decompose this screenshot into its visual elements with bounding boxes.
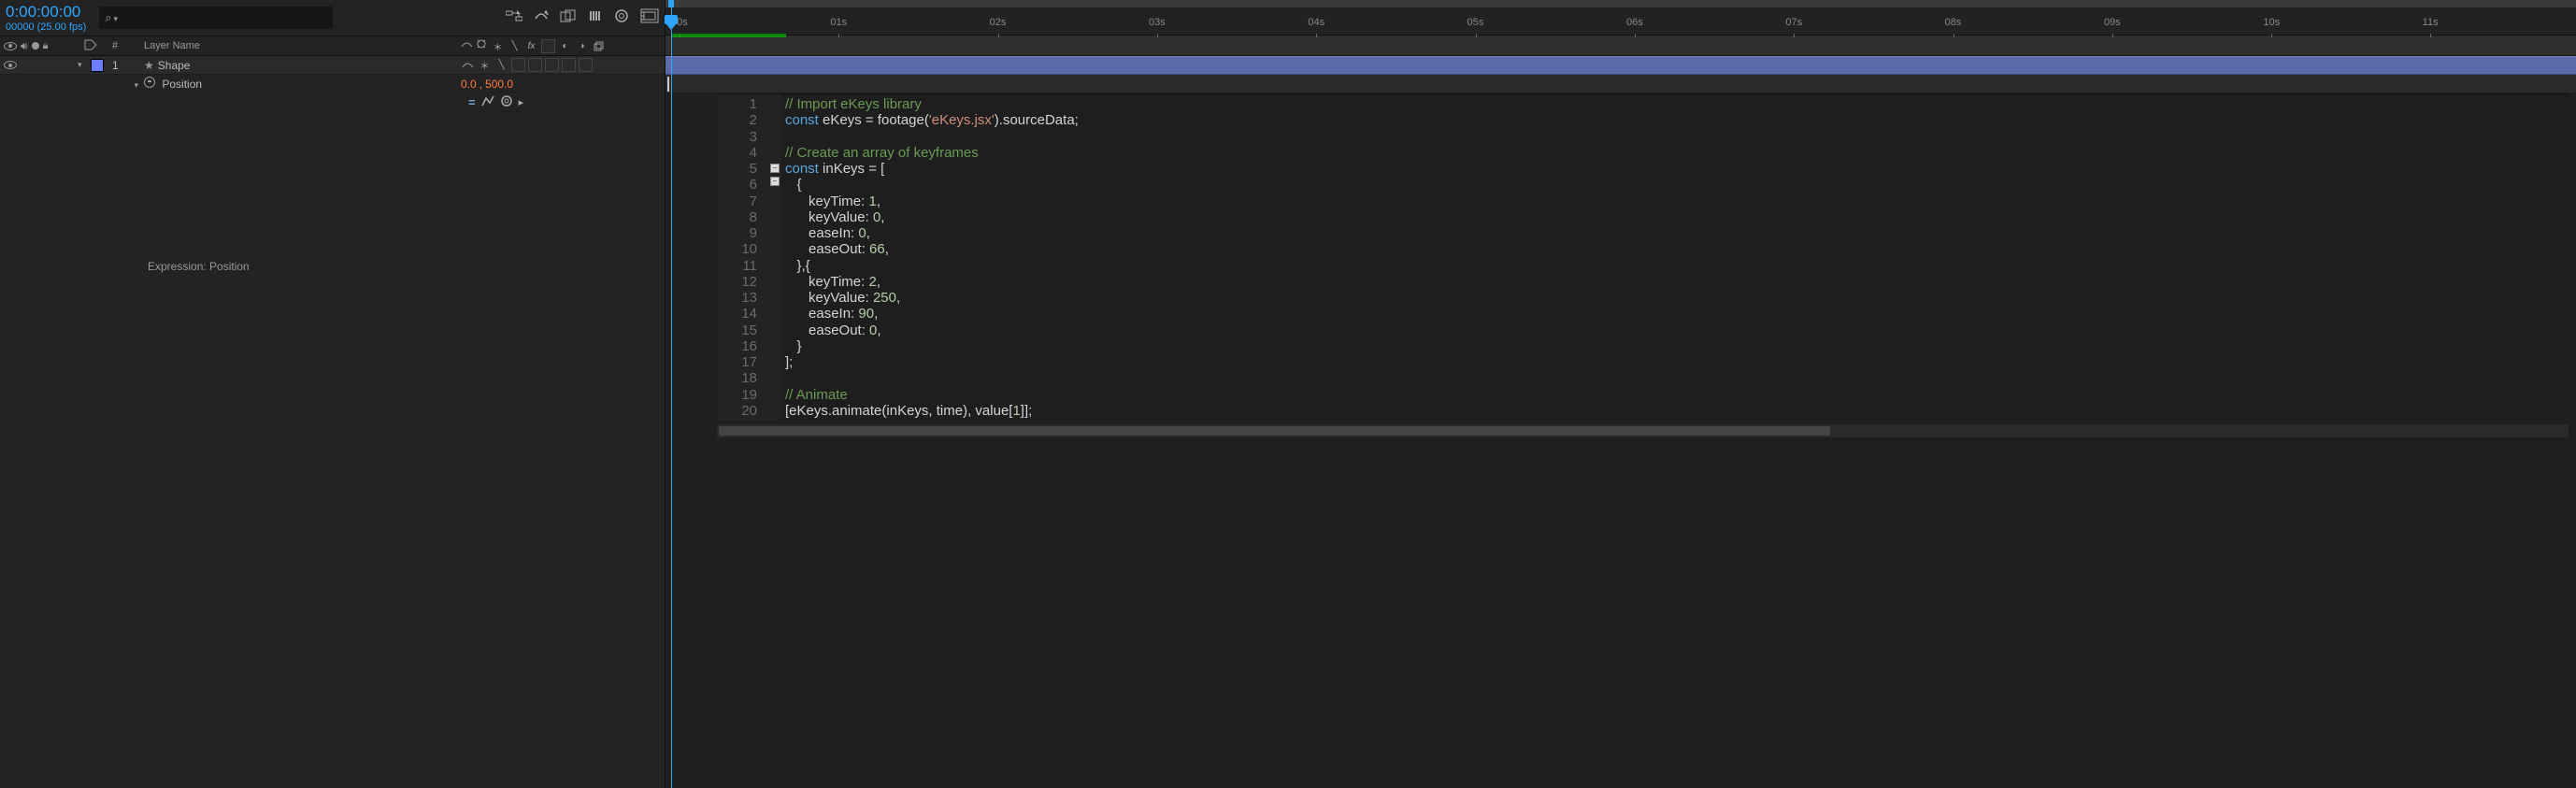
lock-column-icon[interactable]: 🔒︎ — [43, 40, 49, 52]
switches-track-row — [665, 36, 2576, 56]
av-columns: 🔊︎ 🔒︎ — [0, 39, 73, 53]
expression-editor[interactable]: 1234567891011121314151617181920 −− // Im… — [717, 93, 2569, 421]
layer-duration-bar[interactable] — [665, 56, 2576, 75]
frame-rate: 00000 (25.00 fps) — [6, 21, 86, 33]
graph-editor-icon[interactable] — [614, 8, 629, 28]
label-icon — [84, 39, 97, 53]
expression-enable-icon[interactable]: = — [468, 95, 476, 109]
property-twirl-icon[interactable]: ▾ — [129, 80, 138, 91]
ruler-tick: 04s — [1308, 17, 1324, 28]
ruler-tick: 01s — [830, 17, 847, 28]
search-dropdown-icon[interactable] — [112, 11, 119, 24]
3d-switch-header[interactable] — [592, 39, 606, 53]
work-area-bar[interactable] — [671, 34, 786, 37]
solo-column-icon[interactable] — [32, 42, 39, 50]
expression-track-row[interactable] — [665, 75, 2576, 93]
ruler-tick: 08s — [1945, 17, 1962, 28]
expression-graph-icon[interactable] — [481, 95, 494, 109]
index-column-header[interactable]: # — [108, 40, 140, 51]
expression-pickwhip-icon[interactable] — [500, 94, 513, 110]
layer-3d-switch[interactable] — [579, 58, 593, 72]
position-x-value[interactable]: 0.0 — [461, 78, 477, 91]
layer-name-text: Shape — [158, 59, 191, 72]
left-empty-area: Expression: Position — [0, 112, 665, 788]
quality-switch-header[interactable]: ╲ — [508, 39, 522, 53]
render-queue-icon[interactable] — [640, 8, 659, 28]
layer-frameblend-switch[interactable] — [528, 58, 542, 72]
playhead-indicator-icon[interactable] — [665, 15, 678, 24]
timeline-toolbar — [506, 8, 659, 28]
layer-row-1[interactable]: ▾ 1 ★ Shape ＊ ╲ — [0, 56, 665, 75]
ruler-tick: 10s — [2263, 17, 2280, 28]
fold-column: −− — [768, 94, 781, 421]
timeline-top-bar: 0:00:00:00 00000 (25.00 fps) ⌕ — [0, 0, 665, 36]
property-name: Position — [162, 78, 202, 91]
audio-column-icon[interactable]: 🔊︎ — [21, 39, 28, 53]
layer-search-input[interactable]: ⌕ — [99, 7, 333, 29]
layer-twirl-icon[interactable]: ▾ — [78, 60, 87, 70]
comp-flowchart-icon[interactable] — [506, 9, 522, 27]
timeline-left-panel: 0:00:00:00 00000 (25.00 fps) ⌕ 🔊︎ � — [0, 0, 665, 788]
expression-label: Expression: Position — [148, 260, 250, 273]
time-ruler[interactable]: ?0s01s02s03s04s05s06s07s08s09s10s11s — [665, 0, 2576, 36]
code-area[interactable]: // Import eKeys libraryconst eKeys = foo… — [781, 94, 2569, 421]
ruler-tick: 05s — [1467, 17, 1484, 28]
switches-column-header: ＊ ╲ fx ◐ ◑ — [459, 38, 665, 53]
layer-visibility-toggle[interactable] — [4, 61, 17, 69]
layer-name-column-header[interactable]: Layer Name — [140, 40, 459, 51]
app-window: 0:00:00:00 00000 (25.00 fps) ⌕ 🔊︎ � — [0, 0, 2576, 788]
expression-editor-container: 1234567891011121314151617181920 −− // Im… — [717, 93, 2569, 437]
layer-motionblur-switch[interactable] — [545, 58, 559, 72]
layer-quality-switch[interactable]: ╲ — [494, 58, 508, 72]
timeline-right-panel: ?0s01s02s03s04s05s06s07s08s09s10s11s 123… — [665, 0, 2576, 788]
fold-marker-icon[interactable]: − — [770, 177, 780, 186]
position-property-row[interactable]: ▾ Position 0.0,500.0 — [0, 75, 665, 93]
layer-adjustment-switch[interactable] — [562, 58, 576, 72]
ruler-tick: 11s — [2423, 17, 2439, 28]
position-y-value[interactable]: 500.0 — [485, 78, 513, 91]
timecode-block[interactable]: 0:00:00:00 00000 (25.00 fps) — [6, 3, 95, 33]
motion-blur-icon[interactable] — [588, 9, 603, 27]
collapse-switch-header[interactable]: ＊ — [491, 39, 505, 53]
horizontal-scrollbar[interactable] — [717, 424, 2569, 437]
shape-layer-icon: ★ — [144, 59, 154, 72]
layer-index: 1 — [108, 59, 140, 72]
column-header-row: 🔊︎ 🔒︎ # Layer Name ＊ ╲ fx ◐ ◑ — [0, 36, 665, 56]
ruler-tick: 06s — [1626, 17, 1643, 28]
stopwatch-icon[interactable] — [144, 77, 155, 88]
search-icon: ⌕ — [105, 10, 111, 25]
current-timecode[interactable]: 0:00:00:00 — [6, 3, 86, 21]
frame-blend-icon[interactable] — [560, 9, 577, 27]
line-number-gutter: 1234567891011121314151617181920 — [717, 94, 768, 421]
motion-blur-switch-header[interactable]: ◐ — [558, 39, 572, 53]
shy-switch-icon[interactable] — [461, 39, 473, 52]
ruler-tick: 07s — [1785, 17, 1802, 28]
ruler-tick: 03s — [1149, 17, 1166, 28]
video-column-icon[interactable] — [4, 42, 17, 50]
frame-blend-switch-header[interactable] — [541, 39, 555, 53]
fold-marker-icon[interactable]: − — [770, 164, 780, 173]
text-caret — [667, 77, 669, 92]
expression-language-icon[interactable]: ▸ — [519, 96, 524, 108]
layer-color-swatch[interactable] — [91, 59, 104, 72]
layer-name[interactable]: ★ Shape — [140, 59, 459, 72]
playhead[interactable] — [671, 0, 672, 788]
adjustment-switch-header[interactable]: ◑ — [575, 39, 589, 53]
layer-fx-switch[interactable] — [511, 58, 525, 72]
layer-shy-switch[interactable] — [461, 58, 475, 72]
effects-switch-header[interactable]: fx — [524, 39, 538, 53]
shy-layers-icon[interactable] — [534, 9, 549, 27]
fx-switch-icon[interactable] — [476, 38, 488, 53]
layer-collapse-switch[interactable]: ＊ — [478, 58, 492, 72]
ruler-tick: 09s — [2104, 17, 2121, 28]
label-column[interactable] — [73, 39, 108, 53]
ruler-tick: 02s — [990, 17, 1007, 28]
expression-controls-row: = ▸ — [0, 93, 665, 112]
